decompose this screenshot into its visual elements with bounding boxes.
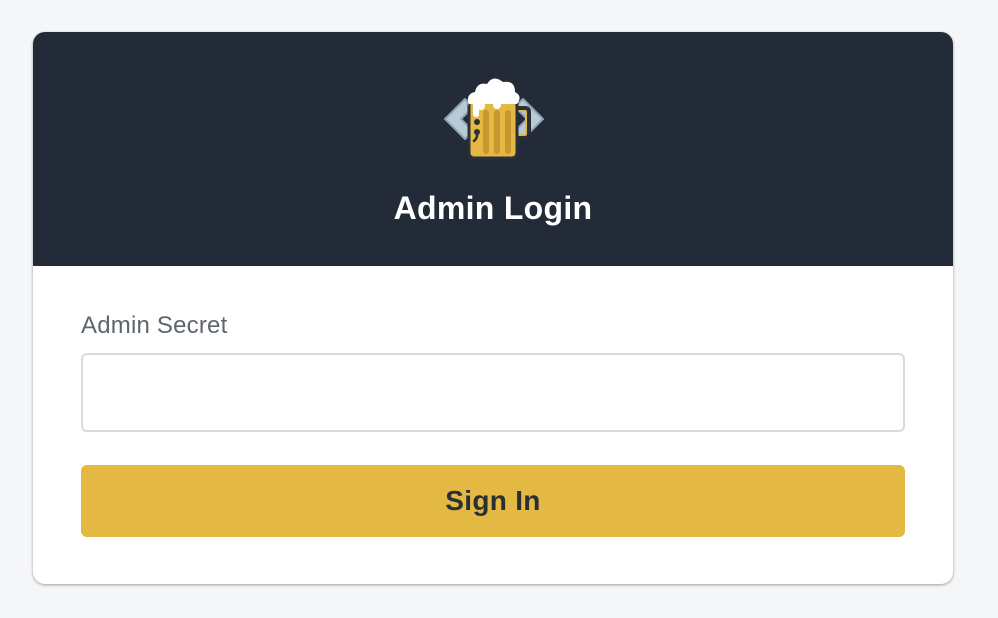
- page-title: Admin Login: [393, 190, 593, 226]
- admin-secret-input[interactable]: [81, 353, 905, 432]
- login-header: Admin Login: [33, 32, 953, 266]
- beer-mug-code-icon: [444, 78, 544, 160]
- login-form: Admin Secret Sign In: [33, 266, 953, 584]
- sign-in-button[interactable]: Sign In: [81, 465, 905, 537]
- admin-secret-label: Admin Secret: [81, 312, 228, 339]
- login-card: Admin Login Admin Secret Sign In: [33, 32, 953, 584]
